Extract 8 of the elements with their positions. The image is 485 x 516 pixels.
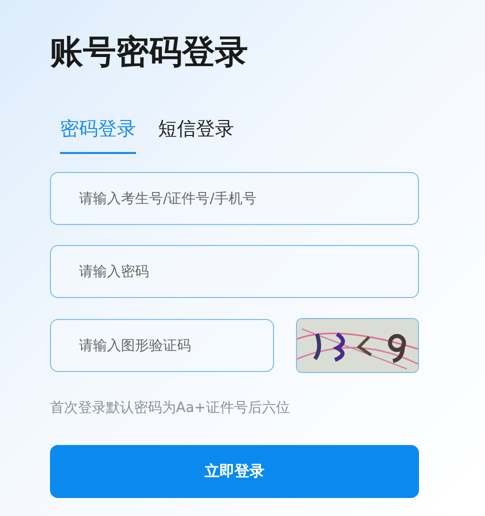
captcha-field[interactable]: 请输入图形验证码 xyxy=(50,319,274,372)
hint-text: 首次登录默认密码为Aa+证件号后六位 xyxy=(50,399,291,417)
login-tab[interactable]: 密码登录 xyxy=(60,116,136,154)
page-title: 账号密码登录 xyxy=(50,31,249,73)
password-field[interactable]: 请输入密码 xyxy=(50,245,419,298)
login-button[interactable]: 立即登录 xyxy=(50,445,419,498)
login-tab[interactable]: 短信登录 xyxy=(158,116,234,154)
account-field[interactable]: 请输入考生号/证件号/手机号 xyxy=(50,172,419,225)
